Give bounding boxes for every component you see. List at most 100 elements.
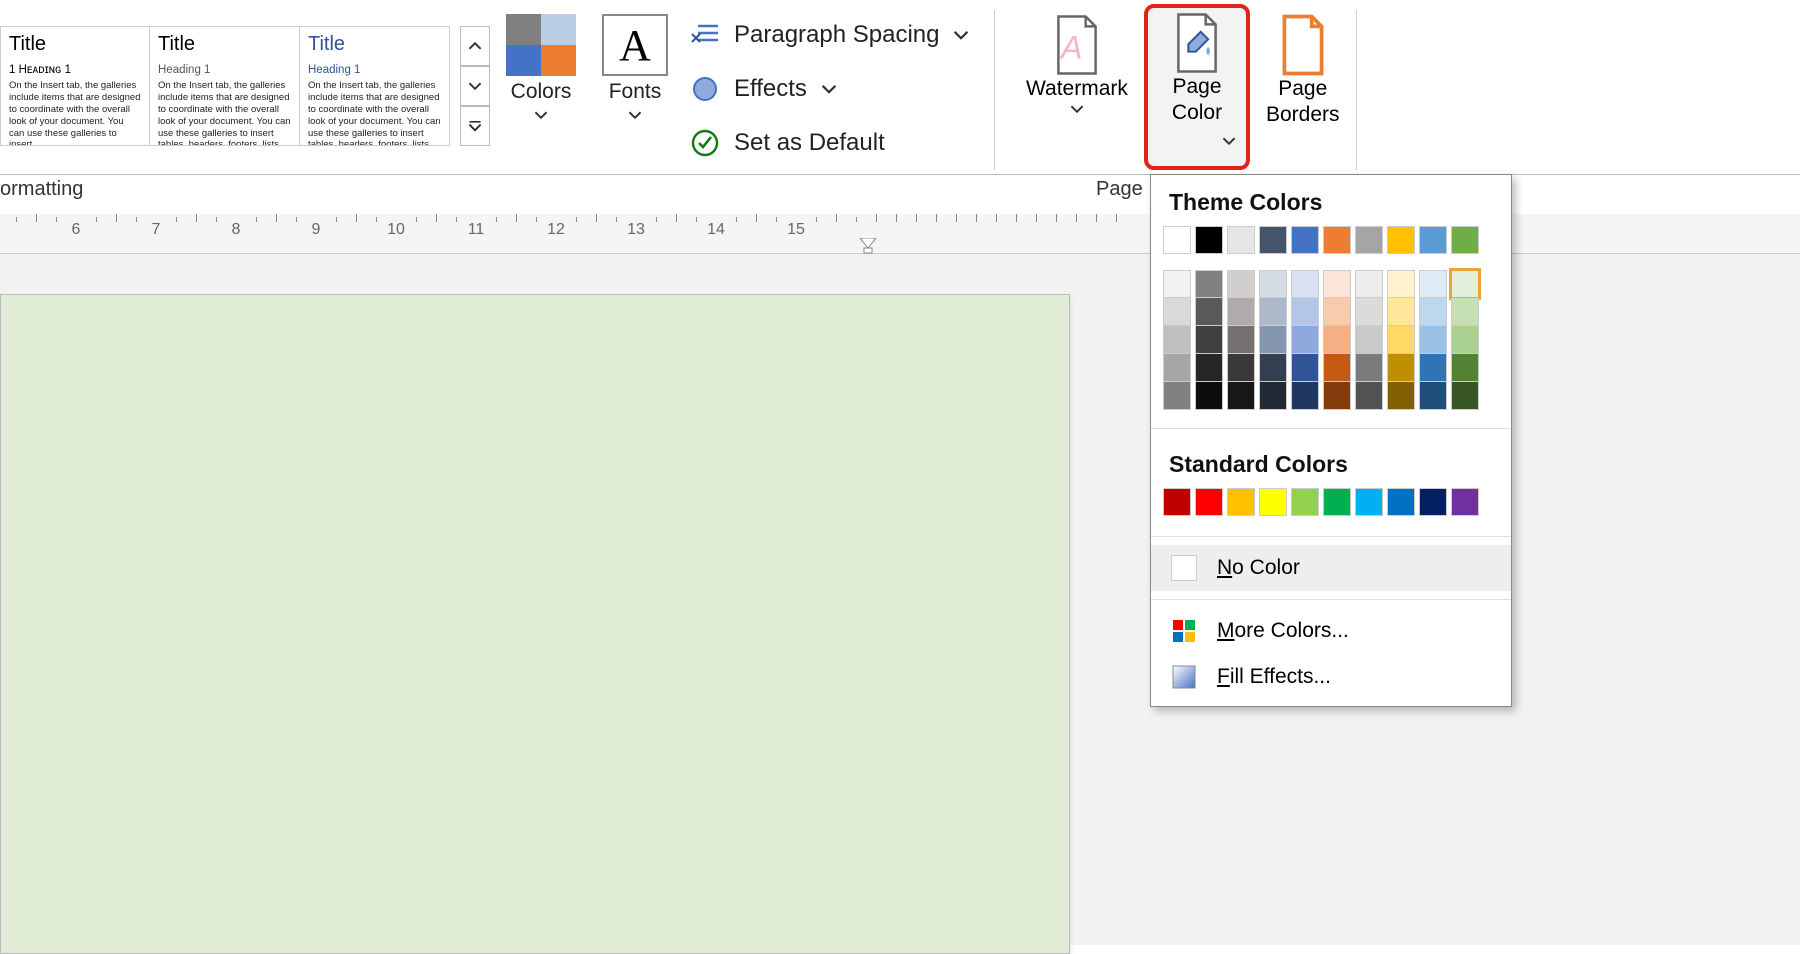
color-swatch[interactable] [1419,298,1447,326]
color-swatch[interactable] [1195,354,1223,382]
color-swatch[interactable] [1419,354,1447,382]
color-swatch[interactable] [1387,298,1415,326]
fill-effects-item[interactable]: Fill Effects... [1151,654,1511,700]
style-heading: Heading 1 [308,64,441,76]
color-swatch[interactable] [1451,488,1479,516]
color-swatch[interactable] [1419,270,1447,298]
color-swatch[interactable] [1323,382,1351,410]
color-swatch[interactable] [1291,226,1319,254]
color-swatch[interactable] [1227,488,1255,516]
color-swatch[interactable] [1259,354,1287,382]
color-swatch[interactable] [1195,488,1223,516]
separator [1151,536,1511,537]
color-swatch[interactable] [1387,270,1415,298]
color-swatch[interactable] [1323,326,1351,354]
color-swatch[interactable] [1323,298,1351,326]
color-swatch[interactable] [1291,488,1319,516]
watermark-button[interactable]: A Watermark [1018,10,1136,120]
style-gallery-more[interactable] [460,106,490,146]
color-swatch[interactable] [1451,226,1479,254]
color-swatch[interactable] [1355,326,1383,354]
color-swatch[interactable] [1163,354,1191,382]
watermark-label: Watermark [1026,76,1128,102]
color-swatch[interactable] [1451,326,1479,354]
color-swatch[interactable] [1163,326,1191,354]
style-heading: Heading 1 [158,64,291,76]
color-swatch[interactable] [1323,270,1351,298]
colors-label: Colors [511,80,572,104]
colors-icon [506,14,576,76]
color-swatch[interactable] [1227,354,1255,382]
color-swatch[interactable] [1291,326,1319,354]
color-swatch[interactable] [1195,298,1223,326]
color-swatch[interactable] [1355,270,1383,298]
color-swatch[interactable] [1259,298,1287,326]
color-swatch[interactable] [1387,488,1415,516]
color-swatch[interactable] [1227,382,1255,410]
color-swatch[interactable] [1355,488,1383,516]
color-swatch[interactable] [1451,270,1479,298]
color-swatch[interactable] [1355,382,1383,410]
style-gallery-up[interactable] [460,26,490,66]
color-swatch[interactable] [1227,226,1255,254]
color-swatch[interactable] [1163,298,1191,326]
chevron-down-icon [821,81,837,97]
color-swatch[interactable] [1419,382,1447,410]
page-color-button[interactable]: Page Color [1144,4,1250,170]
style-gallery-down[interactable] [460,66,490,106]
color-swatch[interactable] [1387,382,1415,410]
color-swatch[interactable] [1259,382,1287,410]
color-swatch[interactable] [1355,298,1383,326]
indent-marker-icon[interactable] [858,238,878,254]
color-swatch[interactable] [1387,354,1415,382]
color-swatch[interactable] [1451,298,1479,326]
color-swatch[interactable] [1163,226,1191,254]
color-swatch[interactable] [1227,326,1255,354]
colors-button[interactable]: Colors [506,14,576,122]
more-colors-item[interactable]: More Colors... [1151,608,1511,654]
set-default-button[interactable]: Set as Default [690,128,885,158]
paragraph-spacing-button[interactable]: Paragraph Spacing [690,20,969,50]
color-swatch[interactable] [1419,326,1447,354]
no-color-item[interactable]: No Color [1151,545,1511,591]
color-swatch[interactable] [1291,354,1319,382]
color-swatch[interactable] [1291,270,1319,298]
color-swatch[interactable] [1451,382,1479,410]
color-swatch[interactable] [1355,354,1383,382]
color-swatch[interactable] [1387,226,1415,254]
color-swatch[interactable] [1227,298,1255,326]
color-swatch[interactable] [1259,226,1287,254]
page-borders-button[interactable]: Page Borders [1258,10,1348,133]
color-swatch[interactable] [1419,226,1447,254]
color-swatch[interactable] [1195,270,1223,298]
color-swatch[interactable] [1227,270,1255,298]
color-swatch[interactable] [1323,226,1351,254]
color-swatch[interactable] [1291,298,1319,326]
color-swatch[interactable] [1259,326,1287,354]
color-swatch[interactable] [1323,354,1351,382]
document-page[interactable] [0,294,1070,954]
style-set-2[interactable]: Title Heading 1 On the Insert tab, the g… [150,26,300,146]
style-gallery[interactable]: Title 1 Hᴇᴀᴅɪɴɢ 1 On the Insert tab, the… [0,26,460,150]
color-swatch[interactable] [1259,270,1287,298]
style-gallery-spinner [460,26,490,146]
color-swatch[interactable] [1323,488,1351,516]
color-swatch[interactable] [1291,382,1319,410]
color-swatch[interactable] [1195,226,1223,254]
style-set-3[interactable]: Title Heading 1 On the Insert tab, the g… [300,26,450,146]
style-title: Title [9,33,141,56]
effects-button[interactable]: Effects [690,74,837,104]
color-swatch[interactable] [1355,226,1383,254]
color-swatch[interactable] [1195,326,1223,354]
color-swatch[interactable] [1451,354,1479,382]
style-set-1[interactable]: Title 1 Hᴇᴀᴅɪɴɢ 1 On the Insert tab, the… [0,26,150,146]
fonts-button[interactable]: A Fonts [602,14,668,122]
color-swatch[interactable] [1163,382,1191,410]
color-swatch[interactable] [1419,488,1447,516]
ruler[interactable]: 56789101112131415 [0,214,1800,254]
color-swatch[interactable] [1259,488,1287,516]
color-swatch[interactable] [1195,382,1223,410]
color-swatch[interactable] [1387,326,1415,354]
color-swatch[interactable] [1163,488,1191,516]
color-swatch[interactable] [1163,270,1191,298]
